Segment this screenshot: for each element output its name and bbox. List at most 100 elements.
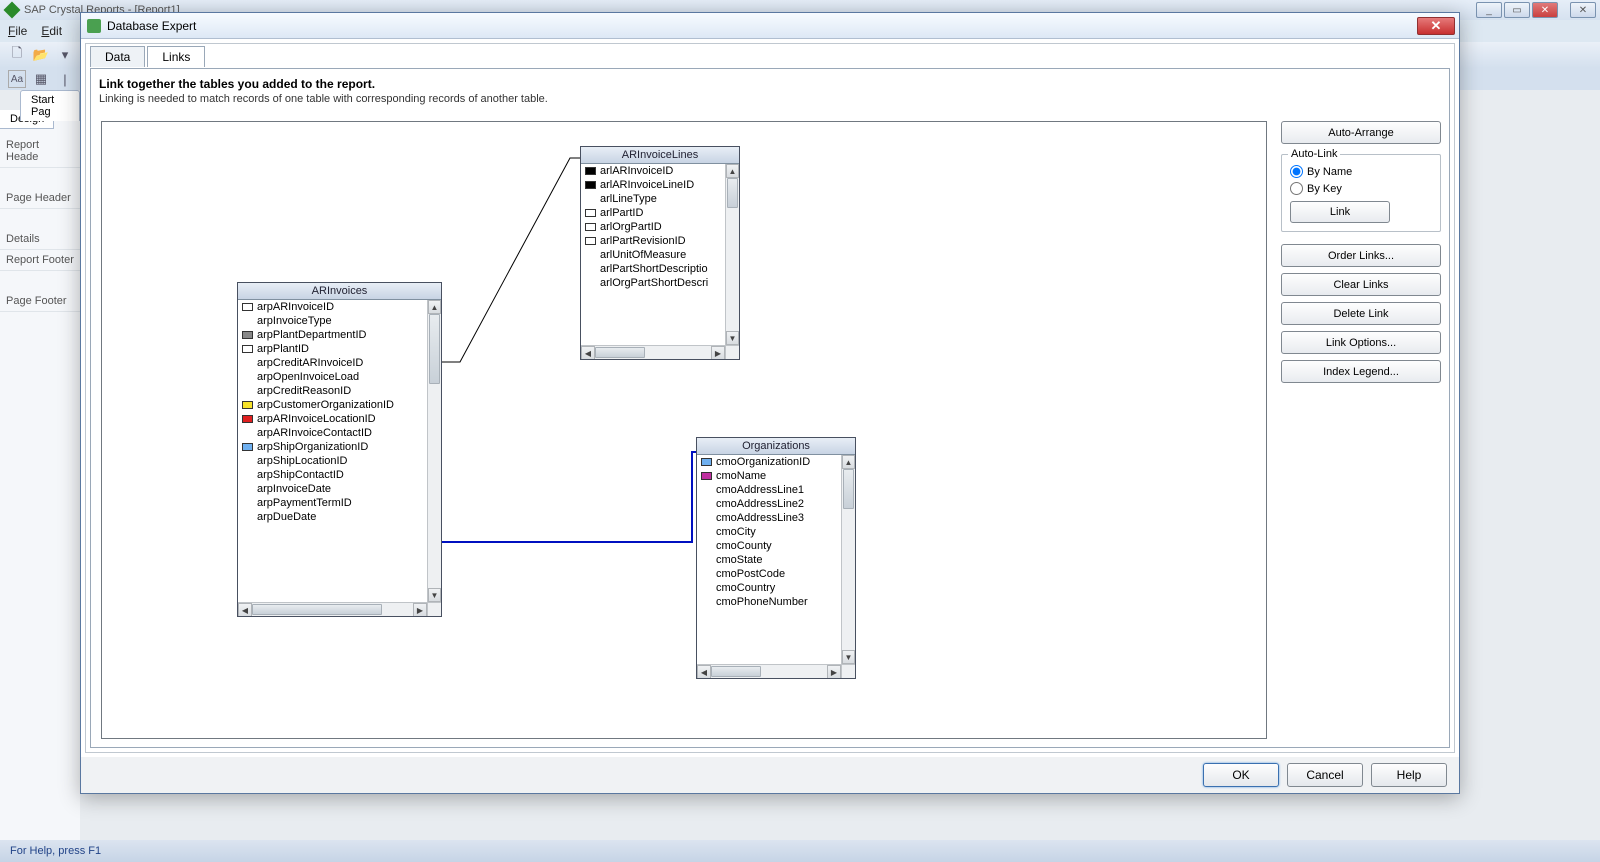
field-row[interactable]: arpPlantDepartmentID [238, 328, 427, 342]
tab-data[interactable]: Data [90, 46, 145, 67]
outer-close-button[interactable]: ✕ [1570, 2, 1596, 18]
field-row[interactable]: arlPartRevisionID [581, 234, 725, 248]
link-button[interactable]: Link [1290, 201, 1390, 223]
field-row[interactable]: arlOrgPartShortDescri [581, 276, 725, 290]
table-header-arinvoices[interactable]: ARInvoices [238, 283, 441, 300]
text-tool-icon[interactable]: Aa [8, 70, 26, 88]
field-row[interactable]: cmoAddressLine3 [697, 511, 841, 525]
menu-edit[interactable]: EEditdit [41, 24, 62, 38]
field-row[interactable]: arpARInvoiceID [238, 300, 427, 314]
clear-links-button[interactable]: Clear Links [1281, 273, 1441, 296]
minimize-button[interactable]: _ [1476, 2, 1502, 18]
section-report-header[interactable]: Report Heade [0, 135, 80, 168]
open-icon[interactable]: 📂 [32, 46, 50, 64]
radio-by-name[interactable]: By Name [1290, 165, 1432, 178]
help-button[interactable]: Help [1371, 763, 1447, 787]
section-details[interactable]: Details [0, 229, 80, 250]
cancel-button[interactable]: Cancel [1287, 763, 1363, 787]
scroll-thumb-h[interactable] [595, 347, 645, 358]
scroll-right-icon[interactable]: ▶ [827, 665, 841, 678]
radio-by-key[interactable]: By Key [1290, 182, 1432, 195]
dialog-close-button[interactable]: ✕ [1417, 17, 1455, 35]
section-page-header[interactable]: Page Header [0, 188, 80, 209]
table-header-arinvoicelines[interactable]: ARInvoiceLines [581, 147, 739, 164]
field-row[interactable]: cmoName [697, 469, 841, 483]
scroll-right-icon[interactable]: ▶ [711, 346, 725, 359]
field-row[interactable]: arpARInvoiceContactID [238, 426, 427, 440]
field-tool-icon[interactable]: ▦ [32, 70, 50, 88]
scroll-down-icon[interactable]: ▼ [428, 588, 441, 602]
field-row[interactable]: cmoState [697, 553, 841, 567]
field-row[interactable]: arpShipContactID [238, 468, 427, 482]
field-row[interactable]: arpOpenInvoiceLoad [238, 370, 427, 384]
section-report-footer[interactable]: Report Footer [0, 250, 80, 271]
field-row[interactable]: cmoAddressLine1 [697, 483, 841, 497]
scroll-left-icon[interactable]: ◀ [697, 665, 711, 678]
field-row[interactable]: arpInvoiceDate [238, 482, 427, 496]
table-organizations[interactable]: Organizations cmoOrganizationIDcmoNamecm… [696, 437, 856, 679]
menu-file[interactable]: FFileile [8, 24, 27, 38]
scroll-down-icon[interactable]: ▼ [726, 331, 739, 345]
field-row[interactable]: cmoCounty [697, 539, 841, 553]
field-row[interactable]: arlLineType [581, 192, 725, 206]
field-row[interactable]: arlARInvoiceID [581, 164, 725, 178]
field-row[interactable]: cmoCity [697, 525, 841, 539]
field-row[interactable]: arpDueDate [238, 510, 427, 524]
scroll-down-icon[interactable]: ▼ [842, 650, 855, 664]
scroll-up-icon[interactable]: ▲ [428, 300, 441, 314]
field-row[interactable]: arpPlantID [238, 342, 427, 356]
field-row[interactable]: cmoPostCode [697, 567, 841, 581]
field-row[interactable]: arlOrgPartID [581, 220, 725, 234]
dropdown-icon[interactable]: ▾ [56, 46, 74, 64]
scroll-left-icon[interactable]: ◀ [238, 603, 252, 616]
new-document-icon[interactable]: 🗋 [8, 46, 26, 64]
order-links-button[interactable]: Order Links... [1281, 244, 1441, 267]
scroll-up-icon[interactable]: ▲ [726, 164, 739, 178]
field-row[interactable]: arlPartID [581, 206, 725, 220]
vscrollbar[interactable]: ▲ ▼ [841, 455, 855, 664]
delete-link-button[interactable]: Delete Link [1281, 302, 1441, 325]
field-row[interactable]: arlPartShortDescriptio [581, 262, 725, 276]
field-row[interactable]: arpCreditARInvoiceID [238, 356, 427, 370]
field-row[interactable]: arpCustomerOrganizationID [238, 398, 427, 412]
dialog-titlebar[interactable]: Database Expert ✕ [81, 13, 1459, 39]
field-row[interactable]: arpPaymentTermID [238, 496, 427, 510]
close-button[interactable]: ✕ [1532, 2, 1558, 18]
section-page-footer[interactable]: Page Footer [0, 291, 80, 312]
field-row[interactable]: arlUnitOfMeasure [581, 248, 725, 262]
field-row[interactable]: arpInvoiceType [238, 314, 427, 328]
field-row[interactable]: cmoCountry [697, 581, 841, 595]
scroll-thumb-h[interactable] [711, 666, 761, 677]
field-row[interactable]: arpARInvoiceLocationID [238, 412, 427, 426]
tab-start-page[interactable]: Start Pag [20, 90, 80, 121]
vscrollbar[interactable]: ▲ ▼ [427, 300, 441, 602]
scroll-left-icon[interactable]: ◀ [581, 346, 595, 359]
scroll-thumb-h[interactable] [252, 604, 382, 615]
scroll-right-icon[interactable]: ▶ [413, 603, 427, 616]
index-legend-button[interactable]: Index Legend... [1281, 360, 1441, 383]
vscrollbar[interactable]: ▲ ▼ [725, 164, 739, 345]
tab-links[interactable]: Links [147, 46, 205, 67]
field-row[interactable]: arpShipLocationID [238, 454, 427, 468]
field-row[interactable]: cmoPhoneNumber [697, 595, 841, 609]
hscrollbar[interactable]: ◀ ▶ [697, 664, 841, 678]
table-arinvoicelines[interactable]: ARInvoiceLines arlARInvoiceIDarlARInvoic… [580, 146, 740, 360]
table-arinvoices[interactable]: ARInvoices arpARInvoiceIDarpInvoiceTypea… [237, 282, 442, 617]
link-options-button[interactable]: Link Options... [1281, 331, 1441, 354]
restore-button[interactable]: ▭ [1504, 2, 1530, 18]
field-row[interactable]: arpCreditReasonID [238, 384, 427, 398]
table-header-organizations[interactable]: Organizations [697, 438, 855, 455]
ok-button[interactable]: OK [1203, 763, 1279, 787]
field-row[interactable]: cmoAddressLine2 [697, 497, 841, 511]
scroll-thumb[interactable] [727, 178, 738, 208]
links-canvas[interactable]: ARInvoices arpARInvoiceIDarpInvoiceTypea… [101, 121, 1267, 739]
scroll-thumb[interactable] [843, 469, 854, 509]
auto-arrange-button[interactable]: Auto-Arrange [1281, 121, 1441, 144]
hscrollbar[interactable]: ◀ ▶ [238, 602, 427, 616]
scroll-thumb[interactable] [429, 314, 440, 384]
field-row[interactable]: arlARInvoiceLineID [581, 178, 725, 192]
field-row[interactable]: arpShipOrganizationID [238, 440, 427, 454]
hscrollbar[interactable]: ◀ ▶ [581, 345, 725, 359]
scroll-up-icon[interactable]: ▲ [842, 455, 855, 469]
field-row[interactable]: cmoOrganizationID [697, 455, 841, 469]
